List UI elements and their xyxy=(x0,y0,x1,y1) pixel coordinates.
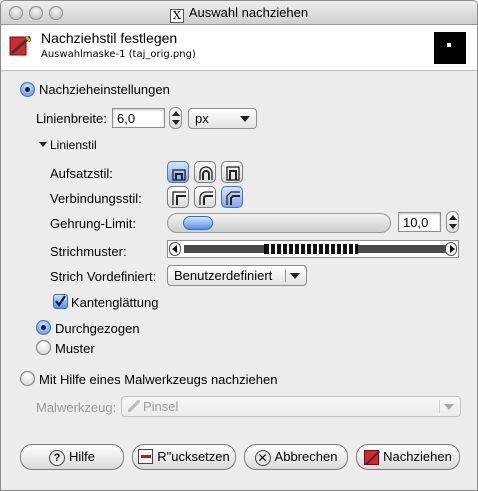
help-button-label: Hilfe xyxy=(68,449,95,464)
line-width-spinner[interactable] xyxy=(169,107,182,129)
paint-tool-select[interactable]: Pinsel xyxy=(121,396,461,417)
chevron-down-icon xyxy=(444,404,454,410)
cancel-button-label: Abbrechen xyxy=(274,449,338,464)
join-round-toggle[interactable] xyxy=(194,186,216,208)
cap-round-toggle[interactable] xyxy=(194,161,216,183)
chevron-down-icon xyxy=(290,273,300,279)
dash-pattern-segment xyxy=(264,244,358,254)
cancel-button[interactable]: ✕ Abbrechen xyxy=(244,444,348,470)
join-bevel-icon xyxy=(226,191,240,205)
line-width-input[interactable]: 6,0 xyxy=(112,108,165,128)
dash-pattern-label: Strichmuster: xyxy=(50,244,127,259)
join-bevel-toggle[interactable] xyxy=(221,186,243,208)
antialias-label: Kantenglättung xyxy=(71,295,159,310)
reset-button-label: R"ucksetzen xyxy=(157,449,230,464)
checkmark-icon xyxy=(55,295,66,307)
stroke-paint-tool-label: Mit Hilfe eines Malwerkzeugs nachziehen xyxy=(39,372,278,387)
stroke-line-radio[interactable] xyxy=(20,82,35,97)
cap-butt-toggle[interactable] xyxy=(167,161,189,183)
cap-square-icon xyxy=(226,166,240,181)
line-style-expander[interactable]: Linienstil xyxy=(39,138,97,152)
stroke-button-label: Nachziehen xyxy=(383,449,452,464)
line-style-expander-label: Linienstil xyxy=(50,138,97,152)
window-title: Auswahl nachziehen xyxy=(188,5,309,20)
miter-limit-label: Gehrung-Limit: xyxy=(50,216,136,231)
stroke-brush-icon xyxy=(9,35,32,56)
solid-radio[interactable] xyxy=(36,320,51,335)
miter-limit-input[interactable]: 10,0 xyxy=(398,212,441,232)
stroke-selection-dialog: X Auswahl nachziehen Nachziehstil festleg… xyxy=(0,0,478,491)
stroke-paint-tool-radio[interactable] xyxy=(20,371,35,386)
expander-triangle-icon xyxy=(39,142,47,147)
cancel-icon: ✕ xyxy=(254,449,271,466)
paint-tool-value: Pinsel xyxy=(143,399,179,414)
pattern-label: Muster xyxy=(55,341,95,356)
header-subtitle: Auswahlmaske-1 (taj_orig.png) xyxy=(41,49,196,60)
unit-value: px xyxy=(195,111,209,126)
header-title: Nachziehstil festlegen xyxy=(41,30,178,46)
cap-round-icon xyxy=(199,166,213,180)
miter-limit-spinner[interactable] xyxy=(446,211,459,233)
pattern-radio[interactable] xyxy=(36,340,51,355)
help-icon: ? xyxy=(48,449,65,466)
paint-tool-label: Malwerkzeug: xyxy=(36,400,117,415)
dash-right-arrow-icon[interactable] xyxy=(445,242,457,256)
cap-square-toggle[interactable] xyxy=(221,161,243,183)
dash-left-arrow-icon[interactable] xyxy=(169,242,181,256)
solid-label: Durchgezogen xyxy=(55,321,140,336)
stroke-brush-icon xyxy=(364,450,381,466)
chevron-down-icon xyxy=(240,116,250,122)
antialias-checkbox[interactable] xyxy=(53,294,68,309)
stroke-button[interactable]: Nachziehen xyxy=(356,444,460,470)
join-round-icon xyxy=(199,191,213,205)
dash-preset-label: Strich Vordefiniert: xyxy=(50,269,157,284)
dash-preset-value: Benutzerdefiniert xyxy=(174,268,273,283)
unit-select[interactable]: px xyxy=(188,108,257,129)
x11-icon: X xyxy=(169,9,184,23)
miter-limit-slider[interactable] xyxy=(167,213,391,233)
title-bar: X Auswahl nachziehen xyxy=(1,1,477,25)
cap-style-label: Aufsatzstil: xyxy=(50,166,113,181)
dash-pattern-editor[interactable] xyxy=(167,240,459,258)
line-width-label: Linienbreite: xyxy=(36,111,107,126)
paintbrush-icon xyxy=(128,400,140,412)
reset-icon xyxy=(138,449,154,465)
help-button[interactable]: ? Hilfe xyxy=(20,444,124,470)
stroke-line-label: Nachzieheinstellungen xyxy=(39,82,170,97)
join-style-label: Verbindungsstil: xyxy=(50,191,142,206)
cap-butt-icon xyxy=(172,169,186,181)
miter-limit-slider-thumb[interactable] xyxy=(183,216,214,230)
reset-button[interactable]: R"ucksetzen xyxy=(132,444,236,470)
dash-preset-select[interactable]: Benutzerdefiniert xyxy=(167,265,307,286)
join-miter-toggle[interactable] xyxy=(167,186,189,208)
dialog-header: Nachziehstil festlegen Auswahlmaske-1 (t… xyxy=(1,25,477,71)
selection-preview-thumbnail xyxy=(434,32,466,64)
join-miter-icon xyxy=(172,191,186,205)
